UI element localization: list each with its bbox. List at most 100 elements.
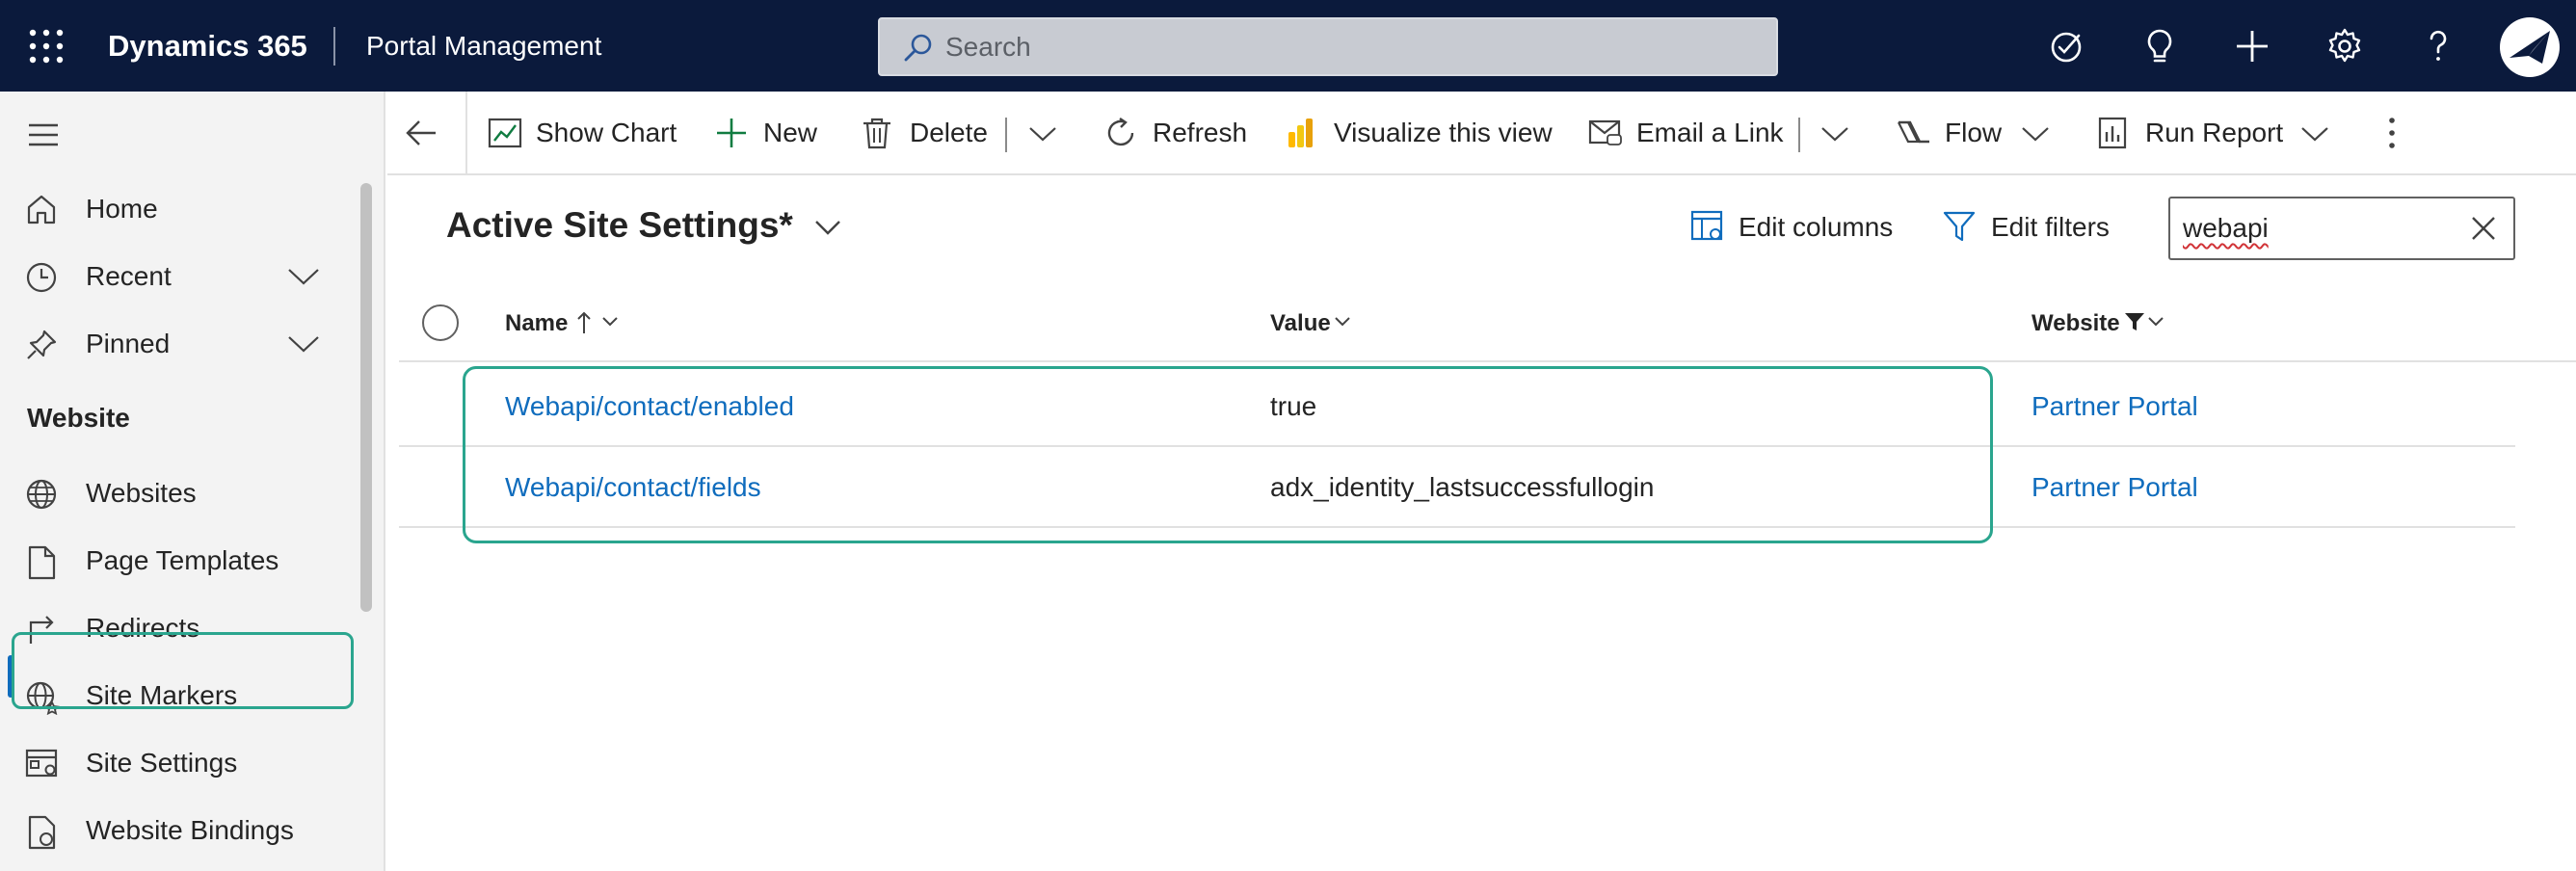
chart-icon [488, 118, 522, 148]
column-menu-chevron-icon[interactable] [1334, 316, 1351, 328]
globe-icon [26, 479, 57, 510]
filter-icon [1943, 211, 1976, 242]
run-report-chevron-icon[interactable] [2299, 124, 2330, 144]
column-header-website[interactable]: Website [2032, 306, 2120, 341]
flow-chevron-icon[interactable] [2020, 124, 2051, 144]
column-menu-chevron-icon[interactable] [2147, 316, 2164, 328]
area-name[interactable]: Portal Management [366, 27, 601, 66]
gear-icon[interactable] [2325, 27, 2364, 66]
delete-button[interactable]: Delete [862, 92, 1025, 175]
sidebar-item-label: Website Bindings [86, 815, 294, 845]
user-avatar-icon [2510, 31, 2550, 64]
sidebar-item-website-bindings[interactable]: Website Bindings [0, 802, 361, 859]
select-all-checkbox[interactable] [422, 304, 459, 341]
sidebar-scrollbar[interactable] [360, 183, 372, 612]
visualize-label: Visualize this view [1334, 118, 1553, 147]
edit-filters-label: Edit filters [1991, 212, 2110, 242]
sidebar-item-label: Home [86, 194, 158, 224]
command-divider [465, 92, 467, 175]
show-chart-label: Show Chart [536, 118, 677, 147]
new-label: New [763, 118, 818, 147]
back-arrow-icon[interactable] [405, 119, 438, 147]
clear-search-icon[interactable] [2469, 214, 2498, 243]
task-flow-icon[interactable] [2048, 27, 2086, 66]
plus-icon[interactable] [2233, 27, 2271, 66]
run-report-label: Run Report [2145, 118, 2284, 147]
hamburger-menu-icon[interactable] [27, 122, 60, 147]
sidebar-item-label: Pinned [86, 329, 171, 358]
pin-icon [27, 330, 57, 359]
settings-window-icon [25, 749, 58, 778]
chevron-down-icon[interactable] [287, 267, 320, 286]
new-button[interactable]: New [715, 92, 860, 175]
sidebar-item-site-settings[interactable]: Site Settings [0, 734, 361, 792]
delete-more-chevron-icon[interactable] [1027, 124, 1058, 144]
command-separator [1005, 118, 1007, 152]
email-link-label: Email a Link [1636, 118, 1784, 147]
grid-header-row [399, 293, 2576, 362]
edit-columns-button[interactable]: Edit columns [1690, 208, 1902, 251]
user-avatar[interactable] [2500, 17, 2560, 77]
column-header-name[interactable]: Name [505, 306, 568, 341]
edit-filters-button[interactable]: Edit filters [1943, 208, 2136, 251]
sidebar-item-label: Page Templates [86, 545, 279, 575]
sidebar: Home Recent Pinned Website Websites Page… [0, 92, 385, 871]
help-icon[interactable] [2419, 27, 2457, 66]
command-separator [1798, 118, 1800, 152]
global-search-box[interactable]: Search [878, 17, 1778, 76]
show-chart-button[interactable]: Show Chart [488, 92, 680, 175]
command-bar: Show Chart New Delete Refresh Visualize … [387, 92, 2576, 175]
flow-icon [1898, 120, 1929, 144]
column-filter-icon [2125, 313, 2144, 330]
refresh-button[interactable]: Refresh [1104, 92, 1259, 175]
view-selector-chevron-icon[interactable] [813, 218, 842, 237]
column-header-value[interactable]: Value [1270, 306, 1331, 341]
email-link-button[interactable]: Email a Link [1588, 92, 1800, 175]
plus-icon [717, 119, 746, 147]
trash-icon [863, 118, 890, 149]
view-title[interactable]: Active Site Settings* [446, 204, 793, 247]
sort-ascending-icon [577, 311, 591, 333]
page-icon [28, 545, 56, 580]
run-report-button[interactable]: Run Report [2097, 92, 2284, 175]
header-divider [333, 27, 335, 66]
lightbulb-icon[interactable] [2140, 27, 2179, 66]
flow-label: Flow [1945, 118, 2003, 147]
search-placeholder: Search [945, 32, 1031, 62]
sidebar-item-websites[interactable]: Websites [0, 464, 361, 522]
home-icon [27, 195, 56, 224]
sidebar-item-label: Recent [86, 261, 172, 291]
sidebar-item-label: Websites [86, 478, 197, 508]
more-commands-icon[interactable] [2386, 117, 2398, 149]
sidebar-group-label: Website [27, 403, 130, 433]
search-icon [904, 34, 932, 62]
chevron-down-icon[interactable] [287, 334, 320, 354]
cell-website-link[interactable]: Partner Portal [2032, 389, 2198, 424]
clock-icon [26, 262, 57, 293]
waffle-icon[interactable] [27, 27, 66, 66]
sidebar-item-label: Site Settings [86, 748, 238, 778]
sidebar-item-home[interactable]: Home [0, 180, 361, 238]
edit-columns-label: Edit columns [1739, 212, 1894, 242]
refresh-icon [1107, 118, 1134, 146]
highlight-box-rows [463, 366, 1993, 543]
app-name[interactable]: Dynamics 365 [108, 27, 307, 66]
email-link-icon [1588, 119, 1622, 145]
sidebar-item-page-templates[interactable]: Page Templates [0, 532, 361, 590]
filter-input-value: webapi [2183, 213, 2269, 243]
binding-icon [28, 815, 56, 850]
cell-website-link[interactable]: Partner Portal [2032, 470, 2198, 505]
top-bar: Dynamics 365 Portal Management Search [0, 0, 2576, 92]
edit-columns-icon [1690, 210, 1723, 241]
filter-by-keyword-input[interactable]: webapi [2168, 197, 2515, 260]
visualize-view-button[interactable]: Visualize this view [1286, 92, 1555, 175]
delete-label: Delete [910, 118, 988, 147]
power-bi-icon [1288, 119, 1313, 147]
report-icon [2098, 117, 2127, 149]
column-menu-chevron-icon[interactable] [601, 316, 619, 328]
sidebar-item-pinned[interactable]: Pinned [0, 315, 361, 373]
email-more-chevron-icon[interactable] [1819, 124, 1850, 144]
sidebar-item-recent[interactable]: Recent [0, 248, 361, 305]
refresh-label: Refresh [1153, 118, 1248, 147]
highlight-box-site-settings [12, 632, 354, 709]
